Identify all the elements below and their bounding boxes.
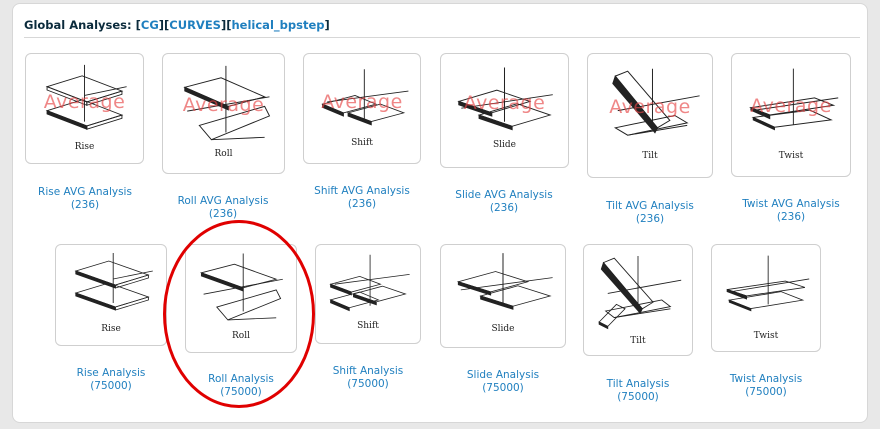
- diagram-caption: Twist: [753, 331, 779, 341]
- shift-analysis-link[interactable]: Shift Analysis (75000): [318, 365, 418, 391]
- tilt-thumbnail[interactable]: Tilt: [583, 244, 693, 356]
- rise-avg-thumbnail[interactable]: Average Rise: [25, 53, 144, 164]
- shift-thumbnail[interactable]: Shift: [315, 244, 421, 344]
- diagram-caption: Roll: [214, 149, 233, 159]
- twist-avg-thumbnail[interactable]: Average Twist: [731, 53, 851, 177]
- diagram-caption: Twist: [778, 151, 804, 161]
- twist-thumbnail[interactable]: Twist: [711, 244, 821, 352]
- shift-avg-thumbnail[interactable]: Average Shift: [303, 53, 421, 164]
- roll-thumbnail[interactable]: Roll: [185, 244, 297, 353]
- roll-analysis-link[interactable]: Roll Analysis (75000): [191, 373, 291, 399]
- breadcrumb-cg[interactable]: CG: [141, 18, 159, 32]
- header-divider: [24, 37, 860, 38]
- diagram-caption: Tilt: [642, 151, 658, 161]
- diagram-caption: Shift: [357, 321, 379, 331]
- header-title: Global Analyses:: [24, 18, 132, 32]
- slide-analysis-link[interactable]: Slide Analysis (75000): [453, 369, 553, 395]
- slide-avg-analysis-link[interactable]: Slide AVG Analysis (236): [454, 189, 554, 215]
- tilt-avg-thumbnail[interactable]: Average Tilt: [587, 53, 713, 178]
- diagram-caption: Roll: [232, 331, 250, 341]
- slide-avg-thumbnail[interactable]: Average Slide: [440, 53, 569, 168]
- diagram-caption: Slide: [492, 140, 516, 150]
- diagram-caption: Shift: [351, 138, 373, 148]
- rise-analysis-link[interactable]: Rise Analysis (75000): [61, 367, 161, 393]
- diagram-caption: Slide: [491, 324, 515, 334]
- global-analyses-header: Global Analyses: [CG][CURVES][helical_bp…: [24, 18, 330, 32]
- roll-avg-thumbnail[interactable]: Average Roll: [162, 53, 285, 174]
- roll-avg-analysis-link[interactable]: Roll AVG Analysis (236): [173, 195, 273, 221]
- twist-avg-analysis-link[interactable]: Twist AVG Analysis (236): [741, 198, 841, 224]
- slide-thumbnail[interactable]: Slide: [440, 244, 566, 348]
- breadcrumb-curves[interactable]: CURVES: [169, 18, 221, 32]
- tilt-avg-analysis-link[interactable]: Tilt AVG Analysis (236): [600, 200, 700, 226]
- tilt-analysis-link[interactable]: Tilt Analysis (75000): [588, 378, 688, 404]
- diagram-caption: Rise: [74, 142, 95, 152]
- breadcrumb-helical-bpstep[interactable]: helical_bpstep: [232, 18, 325, 32]
- diagram-caption: Tilt: [630, 336, 646, 346]
- slide-diagram-icon: [457, 67, 553, 131]
- shift-avg-analysis-link[interactable]: Shift AVG Analysis (236): [312, 185, 412, 211]
- rise-avg-analysis-link[interactable]: Rise AVG Analysis (236): [35, 186, 135, 212]
- twist-analysis-link[interactable]: Twist Analysis (75000): [716, 373, 816, 399]
- diagram-caption: Rise: [101, 324, 121, 334]
- rise-thumbnail[interactable]: Rise: [55, 244, 167, 346]
